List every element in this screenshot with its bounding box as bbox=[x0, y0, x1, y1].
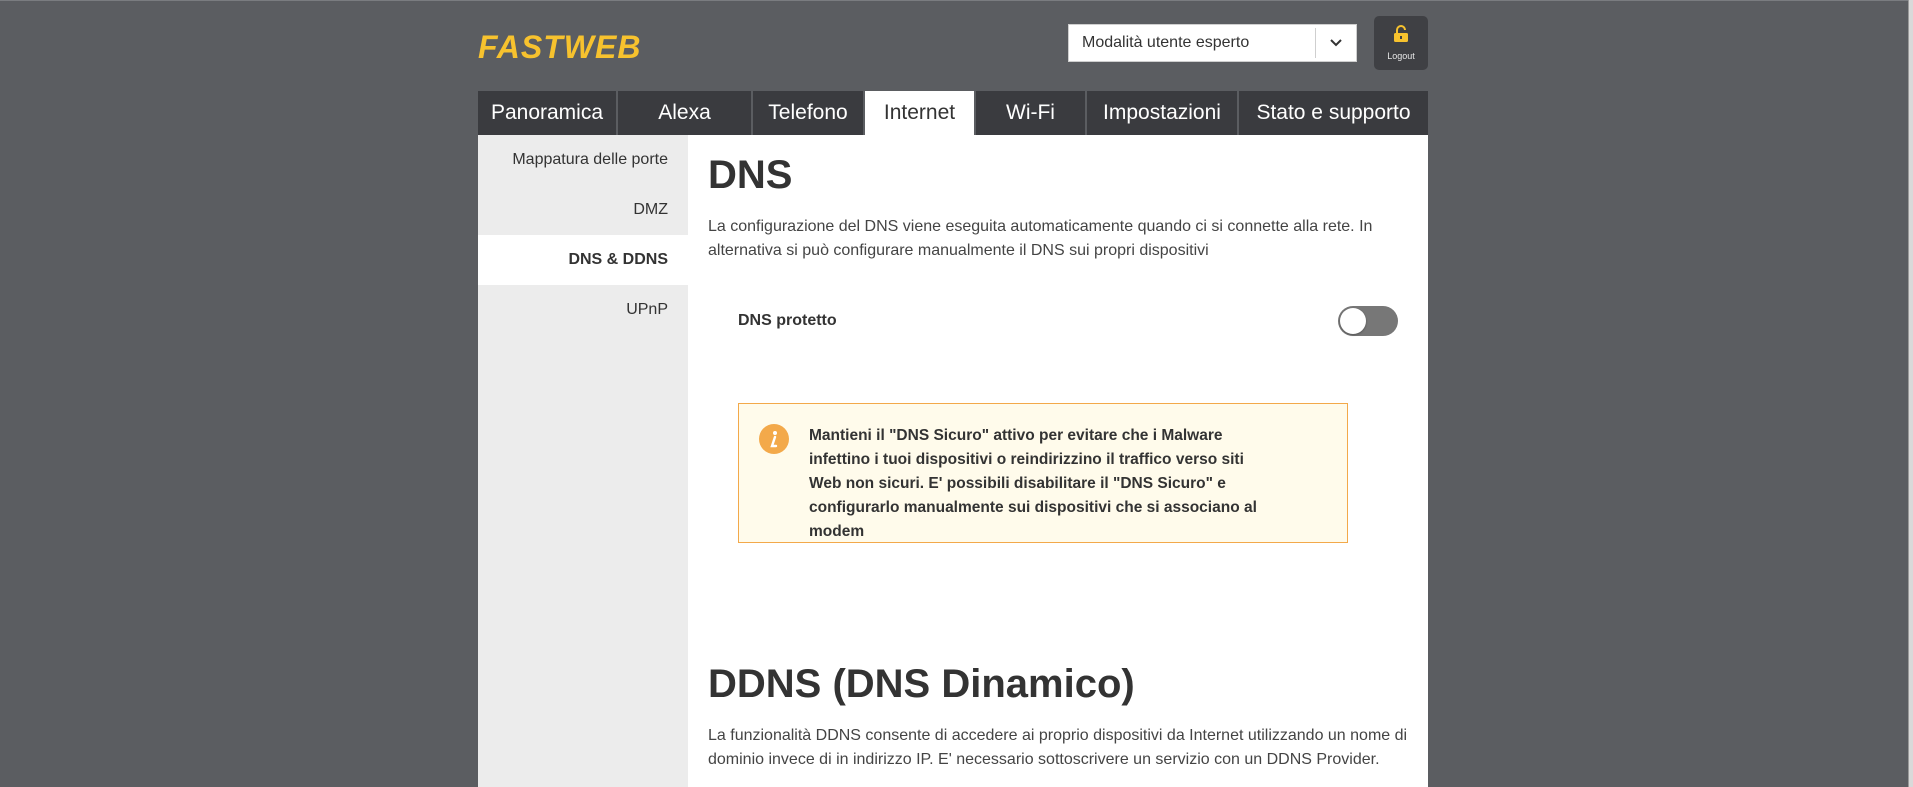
user-mode-selected-value: Modalità utente esperto bbox=[1082, 34, 1250, 51]
main-content: DNS La configurazione del DNS viene eseg… bbox=[688, 135, 1428, 787]
logo-text: FASTWEB bbox=[478, 28, 642, 65]
main-tabs: Panoramica Alexa Telefono Internet Wi-Fi… bbox=[478, 91, 1428, 135]
dns-protetto-label: DNS protetto bbox=[738, 312, 837, 329]
tab-panoramica[interactable]: Panoramica bbox=[478, 91, 618, 135]
dns-info-text: Mantieni il "DNS Sicuro" attivo per evit… bbox=[809, 427, 1257, 540]
tab-wifi[interactable]: Wi-Fi bbox=[976, 91, 1087, 135]
user-mode-select[interactable]: Modalità utente esperto bbox=[1068, 24, 1357, 62]
sidebar-item-upnp[interactable]: UPnP bbox=[478, 285, 688, 335]
dns-title: DNS bbox=[708, 153, 793, 197]
unlock-icon bbox=[1393, 25, 1409, 48]
tab-impostazioni[interactable]: Impostazioni bbox=[1087, 91, 1239, 135]
ddns-title: DDNS (DNS Dinamico) bbox=[708, 662, 1135, 706]
fastweb-logo: FASTWEB bbox=[478, 28, 641, 66]
ddns-description: La funzionalità DDNS consente di acceder… bbox=[708, 727, 1408, 768]
dns-description: La configurazione del DNS viene eseguita… bbox=[708, 218, 1373, 259]
logout-label: Logout bbox=[1387, 51, 1415, 61]
tab-alexa[interactable]: Alexa bbox=[618, 91, 753, 135]
dns-protetto-row: DNS protetto bbox=[738, 306, 1398, 336]
sidebar-item-mappatura-porte[interactable]: Mappatura delle porte bbox=[478, 135, 688, 185]
sidebar: Mappatura delle porte DMZ DNS & DDNS UPn… bbox=[478, 135, 688, 787]
info-icon bbox=[759, 424, 789, 454]
tab-internet[interactable]: Internet bbox=[865, 91, 976, 135]
logout-button[interactable]: Logout bbox=[1374, 16, 1428, 70]
sidebar-item-dns-ddns[interactable]: DNS & DDNS bbox=[478, 235, 688, 285]
sidebar-item-dmz[interactable]: DMZ bbox=[478, 185, 688, 235]
dns-info-box: Mantieni il "DNS Sicuro" attivo per evit… bbox=[738, 403, 1348, 543]
tab-telefono[interactable]: Telefono bbox=[753, 91, 865, 135]
window-top-border bbox=[0, 0, 1913, 1]
chevron-down-icon[interactable] bbox=[1315, 28, 1356, 58]
tab-stato-e-supporto[interactable]: Stato e supporto bbox=[1239, 91, 1428, 135]
dns-protetto-toggle[interactable] bbox=[1338, 306, 1398, 336]
router-admin-page: FASTWEB Modalità utente esperto Logout P… bbox=[0, 0, 1913, 787]
window-right-edge bbox=[1908, 0, 1913, 787]
toggle-knob bbox=[1340, 308, 1366, 334]
